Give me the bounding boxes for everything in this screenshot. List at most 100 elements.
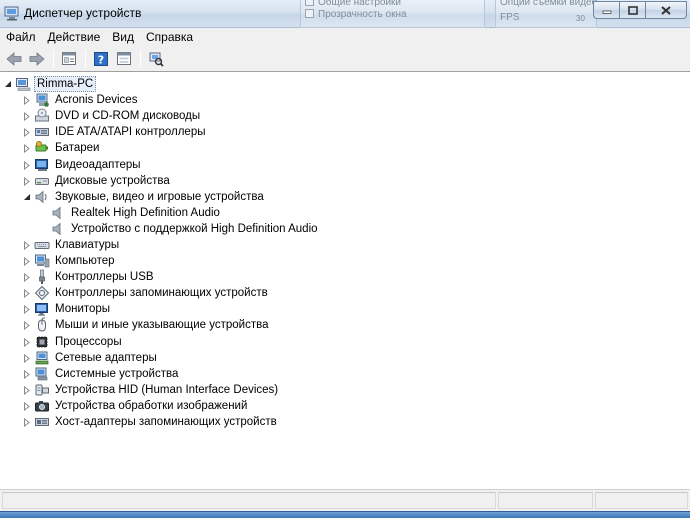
- tree-category[interactable]: Процессоры: [22, 334, 124, 350]
- tree-category-label: Мониторы: [55, 303, 111, 315]
- svg-text:?: ?: [98, 53, 104, 66]
- back-icon: [6, 51, 22, 66]
- scan-hardware-icon: [149, 52, 164, 67]
- tree-category[interactable]: Сетевые адаптеры: [22, 350, 159, 366]
- expand-triangle-icon[interactable]: [22, 140, 31, 156]
- processor-icon: [36, 336, 48, 348]
- window-title: Диспетчер устройств: [24, 6, 142, 20]
- tree-category[interactable]: Системные устройства: [22, 366, 180, 382]
- minimize-button[interactable]: [593, 1, 619, 19]
- status-cell-3: [595, 492, 688, 509]
- toolbar: ?: [0, 46, 690, 72]
- tree-category[interactable]: Мыши и иные указывающие устройства: [22, 317, 271, 333]
- maximize-icon: [627, 5, 638, 15]
- view-button[interactable]: [113, 48, 135, 70]
- expand-triangle-icon[interactable]: [22, 237, 31, 253]
- tree-category-label: Хост-адаптеры запоминающих устройств: [55, 416, 277, 428]
- tree-category[interactable]: Хост-адаптеры запоминающих устройств: [22, 414, 279, 430]
- expand-triangle-icon[interactable]: [22, 398, 31, 414]
- tree-category[interactable]: Видеоадаптеры: [22, 157, 143, 173]
- expand-triangle-icon[interactable]: [22, 366, 31, 382]
- tree-device[interactable]: Realtek High Definition Audio: [50, 205, 222, 221]
- computer-icon: [35, 254, 50, 268]
- forward-icon: [29, 51, 45, 66]
- tree-category[interactable]: IDE ATA/ATAPI контроллеры: [22, 124, 208, 140]
- tree-category[interactable]: Acronis Devices: [22, 92, 139, 108]
- disk-drive-icon: [35, 178, 49, 185]
- tree-category[interactable]: Контроллеры USB: [22, 269, 156, 285]
- maximize-button[interactable]: [619, 1, 645, 19]
- tree-category-label: DVD и CD-ROM дисководы: [55, 110, 201, 122]
- properties-button[interactable]: [58, 48, 80, 70]
- expand-triangle-icon[interactable]: [22, 157, 31, 173]
- tree-category[interactable]: Дисковые устройства: [22, 173, 172, 189]
- title-bar[interactable]: Диспетчер устройств Общие настройки Проз…: [0, 0, 690, 28]
- menu-view[interactable]: Вид: [112, 30, 141, 44]
- ghost-general-settings: Общие настройки: [305, 0, 401, 8]
- tree-category[interactable]: Компьютер: [22, 253, 117, 269]
- network-adapter-icon: [35, 351, 49, 365]
- menu-help[interactable]: Справка: [146, 30, 200, 44]
- tree-category-label: Устройства обработки изображений: [55, 400, 248, 412]
- expand-triangle-icon[interactable]: [22, 108, 31, 124]
- tree-category-label: Компьютер: [55, 255, 115, 267]
- tree-device[interactable]: Устройство с поддержкой High Definition …: [50, 221, 320, 237]
- back-button[interactable]: [3, 48, 25, 70]
- tree-category[interactable]: DVD и CD-ROM дисководы: [22, 108, 202, 124]
- tree-category-label: Процессоры: [55, 336, 122, 348]
- status-cell-2: [498, 492, 593, 509]
- expand-triangle-icon[interactable]: [22, 285, 31, 301]
- status-bar: [0, 489, 690, 511]
- tree-category[interactable]: Мониторы: [22, 301, 112, 317]
- help-button[interactable]: ?: [90, 48, 112, 70]
- expand-triangle-icon[interactable]: [22, 92, 31, 108]
- system-device-icon: [35, 367, 48, 381]
- menu-action[interactable]: Действие: [48, 30, 108, 44]
- tree-category[interactable]: Клавиатуры: [22, 237, 121, 253]
- tree-category-label: Системные устройства: [55, 368, 179, 380]
- mouse-icon: [38, 317, 46, 332]
- expand-triangle-icon[interactable]: [22, 124, 31, 140]
- expand-triangle-icon[interactable]: [22, 382, 31, 398]
- sound-device-icon: [35, 190, 47, 204]
- tree-category[interactable]: Контроллеры запоминающих устройств: [22, 285, 270, 301]
- expand-triangle-icon[interactable]: [22, 173, 31, 189]
- taskbar-edge: [0, 511, 690, 518]
- ghost-fps-value: 30: [576, 14, 585, 23]
- forward-button[interactable]: [26, 48, 48, 70]
- audio-device-child-icon: [52, 206, 61, 220]
- ghost-fps-label: FPS: [500, 12, 520, 23]
- device-tree[interactable]: Rimma-PC Acronis Devices DVD и CD-ROM дис…: [0, 73, 690, 488]
- tree-category[interactable]: Устройства HID (Human Interface Devices): [22, 382, 280, 398]
- view-icon: [117, 52, 131, 65]
- expand-triangle-icon[interactable]: [22, 350, 31, 366]
- tree-category[interactable]: Батареи: [22, 140, 101, 156]
- tree-root[interactable]: Rimma-PC: [3, 76, 97, 92]
- tree-category-label: Устройства HID (Human Interface Devices): [55, 384, 279, 396]
- battery-icon: [35, 141, 48, 152]
- expand-triangle-icon[interactable]: [22, 301, 31, 317]
- expand-triangle-icon[interactable]: [22, 317, 31, 333]
- close-button[interactable]: [645, 1, 687, 19]
- tree-device-label: Устройство с поддержкой High Definition …: [71, 223, 318, 235]
- ghost-window-transparency: Прозрачность окна: [305, 9, 407, 20]
- device-manager-app-icon: [4, 6, 19, 21]
- tree-category[interactable]: Звуковые, видео и игровые устройства: [22, 189, 266, 205]
- window-controls: [593, 1, 687, 19]
- menu-file[interactable]: Файл: [6, 30, 43, 44]
- expand-triangle-icon[interactable]: [22, 253, 31, 269]
- dvd-drive-icon: [35, 108, 49, 122]
- expand-triangle-icon[interactable]: [22, 414, 31, 430]
- expand-triangle-icon[interactable]: [22, 269, 31, 285]
- expand-triangle-icon[interactable]: [22, 334, 31, 350]
- collapse-triangle-icon[interactable]: [22, 189, 31, 205]
- tree-category[interactable]: Устройства обработки изображений: [22, 398, 249, 414]
- hid-icon: [35, 384, 49, 396]
- monitor-icon: [35, 303, 48, 316]
- collapse-triangle-icon[interactable]: [3, 76, 12, 92]
- tree-category-label: Батареи: [55, 142, 100, 154]
- usb-icon: [39, 269, 45, 284]
- keyboard-icon: [34, 242, 50, 249]
- scan-hardware-button[interactable]: [145, 48, 167, 70]
- display-adapter-icon: [35, 159, 48, 171]
